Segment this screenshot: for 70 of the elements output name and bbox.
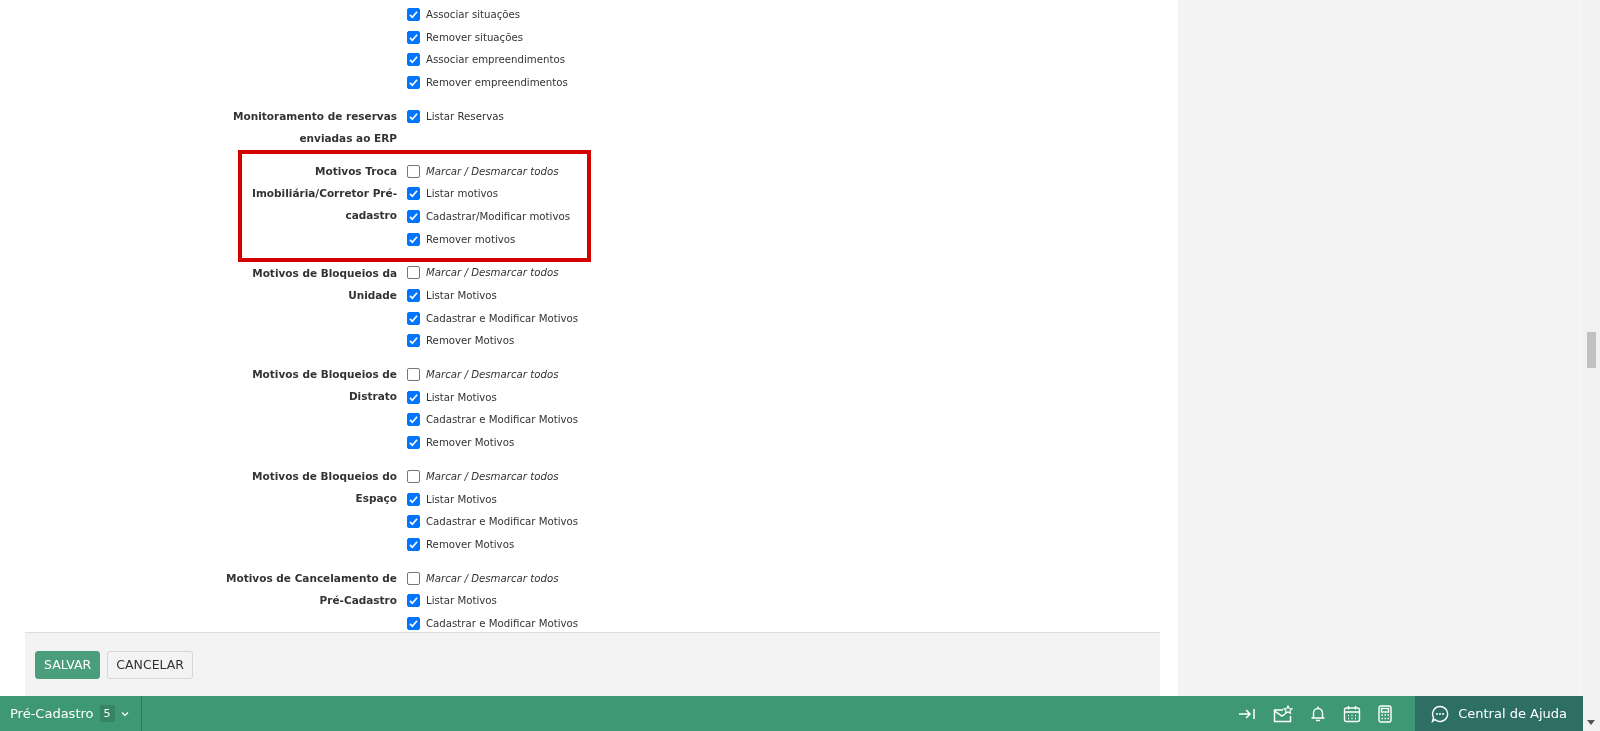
- checkbox[interactable]: [407, 164, 420, 178]
- checkbox[interactable]: [407, 515, 420, 529]
- permission-label: Listar Motivos: [426, 391, 497, 403]
- count-badge: 5: [99, 705, 115, 722]
- group-label: Motivos de Bloqueios de Distrato: [251, 367, 397, 405]
- permission-label: Cadastrar e Modificar Motivos: [426, 617, 579, 629]
- permission-label: Cadastrar e Modificar Motivos: [426, 516, 579, 528]
- arrow-to-bar-icon[interactable]: [1238, 706, 1257, 721]
- checkbox[interactable]: [407, 616, 420, 630]
- help-center-button[interactable]: Central de Ajuda: [1415, 696, 1583, 731]
- toggle-all-label: Marcar / Desmarcar todos: [426, 165, 559, 177]
- group-label: Monitoramento de reservas enviadas ao ERP: [232, 108, 397, 146]
- checkbox[interactable]: [407, 53, 420, 67]
- checkbox[interactable]: [407, 368, 420, 382]
- envelope-star-icon[interactable]: [1273, 704, 1294, 723]
- permission-label: Cadastrar/Modificar motivos: [426, 210, 570, 222]
- toggle-all-label: Marcar / Desmarcar todos: [426, 267, 559, 279]
- cancel-button[interactable]: CANCELAR: [107, 650, 194, 679]
- chat-bubble-icon: [1431, 704, 1450, 723]
- permission-label: Listar motivos: [426, 188, 499, 200]
- permission-label: Remover Motivos: [426, 538, 515, 550]
- checkbox[interactable]: [407, 289, 420, 303]
- toggle-all-label: Marcar / Desmarcar todos: [426, 369, 559, 381]
- checkbox[interactable]: [407, 30, 420, 44]
- permission-label: Listar Motivos: [426, 595, 497, 607]
- checkbox[interactable]: [407, 413, 420, 427]
- checkbox[interactable]: [407, 436, 420, 450]
- toggle-all-label: Marcar / Desmarcar todos: [426, 470, 559, 482]
- checkbox[interactable]: [407, 187, 420, 201]
- checkbox[interactable]: [407, 594, 420, 608]
- permission-label: Listar Reservas: [426, 110, 504, 122]
- toggle-all-label: Marcar / Desmarcar todos: [426, 572, 559, 584]
- checkbox[interactable]: [407, 266, 420, 280]
- module-selector[interactable]: Pré-Cadastro 5: [0, 696, 142, 731]
- chevron-down-icon: [120, 710, 129, 717]
- checkbox[interactable]: [407, 75, 420, 89]
- permission-label: Listar Motivos: [426, 290, 497, 302]
- permission-label: Remover Motivos: [426, 335, 515, 347]
- bell-icon[interactable]: [1310, 704, 1327, 723]
- permission-label: Associar empreendimentos: [426, 54, 565, 66]
- scroll-down-arrow-icon[interactable]: [1587, 720, 1595, 725]
- calculator-icon[interactable]: [1378, 704, 1393, 723]
- permission-label: Remover empreendimentos: [426, 76, 568, 88]
- permission-label: Remover situações: [426, 31, 523, 43]
- scrollbar[interactable]: [1583, 0, 1600, 731]
- checkbox[interactable]: [407, 469, 420, 483]
- save-button[interactable]: SALVAR: [35, 650, 101, 679]
- permission-label: Cadastrar e Modificar Motivos: [426, 312, 579, 324]
- group-label: Motivos de Bloqueios da Unidade: [251, 265, 397, 303]
- checkbox[interactable]: [407, 109, 420, 123]
- checkbox[interactable]: [407, 571, 420, 585]
- checkbox[interactable]: [407, 311, 420, 325]
- permission-label: Cadastrar e Modificar Motivos: [426, 414, 579, 426]
- group-label: Motivos de Bloqueios do Espaço: [251, 469, 397, 506]
- scrollbar-thumb[interactable]: [1587, 332, 1596, 368]
- permission-label: Remover Motivos: [426, 437, 515, 449]
- checkbox[interactable]: [407, 232, 420, 246]
- group-label: Motivos de Cancelamento de Pré-Cadastro: [225, 570, 397, 608]
- checkbox[interactable]: [407, 537, 420, 551]
- permission-label: Associar situações: [426, 8, 521, 20]
- module-label: Pré-Cadastro: [10, 706, 94, 721]
- checkbox[interactable]: [407, 334, 420, 348]
- calendar-icon[interactable]: [1343, 704, 1362, 723]
- checkbox[interactable]: [407, 209, 420, 223]
- permission-label: Remover motivos: [426, 233, 516, 245]
- group-label: Motivos Troca Imobiliária/Corretor Pré-cadastro: [251, 163, 397, 223]
- checkbox[interactable]: [407, 390, 420, 404]
- checkbox[interactable]: [407, 492, 420, 506]
- checkbox[interactable]: [407, 7, 420, 21]
- permission-label: Listar Motivos: [426, 493, 497, 505]
